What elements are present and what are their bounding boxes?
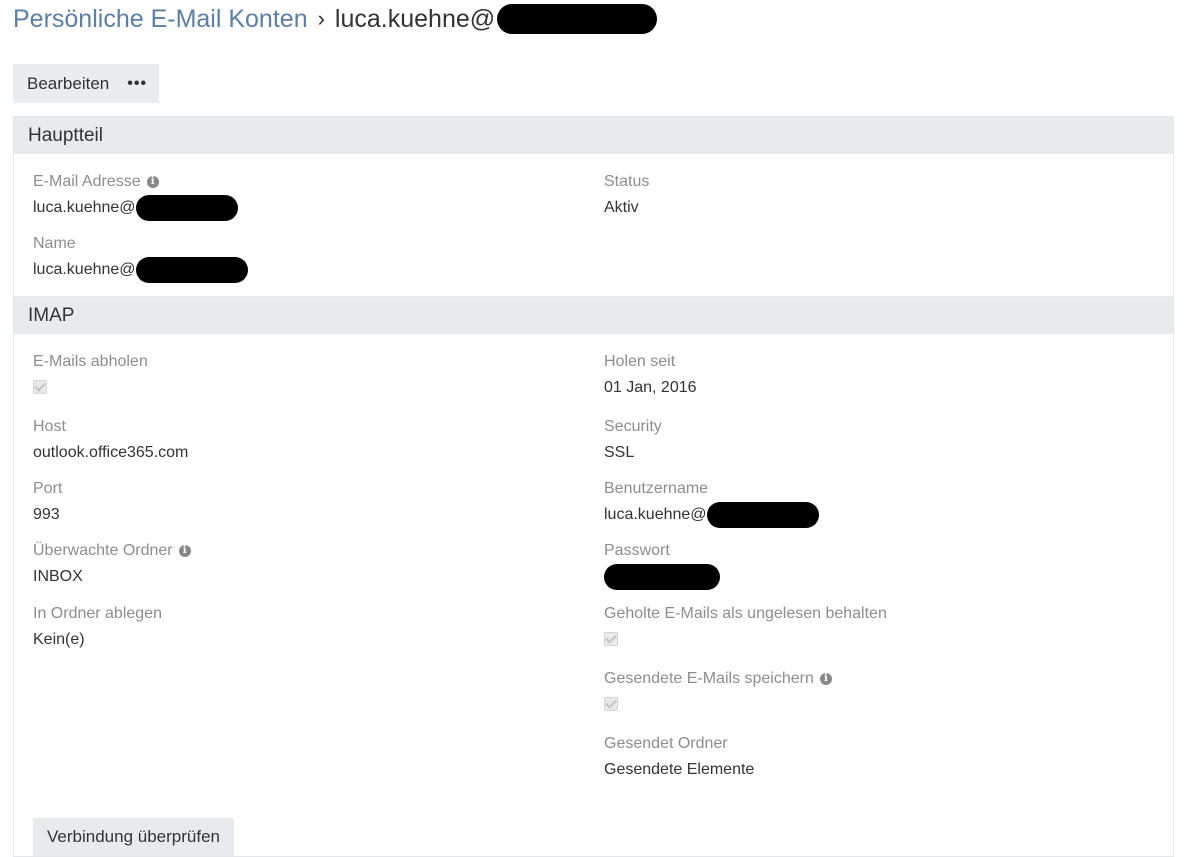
monitored-folders-label: Überwachte Ordner xyxy=(33,542,173,559)
status-label: Status xyxy=(604,173,650,190)
sent-folder-value: Gesendete Elemente xyxy=(604,761,755,778)
security-value: SSL xyxy=(604,444,635,461)
move-to-folder-label: In Ordner ablegen xyxy=(33,605,162,622)
name-label: Name xyxy=(33,235,76,252)
fetch-since-label: Holen seit xyxy=(604,353,676,370)
redaction-mark xyxy=(135,195,238,221)
redaction-mark xyxy=(135,257,248,283)
sent-folder-field: Gesendet Ordner Gesendete Elemente xyxy=(604,734,754,781)
move-to-folder-field: In Ordner ablegen Kein(e) xyxy=(33,604,162,651)
username-label: Benutzername xyxy=(604,480,709,497)
keep-unread-label: Geholte E-Mails als ungelesen behalten xyxy=(604,605,887,622)
password-label: Passwort xyxy=(604,542,670,559)
keep-unread-checkbox xyxy=(604,632,618,646)
redaction-mark xyxy=(604,564,720,590)
name-field: Name luca.kuehne@ xyxy=(33,234,248,283)
port-value: 993 xyxy=(33,506,60,523)
host-field: Host outlook.office365.com xyxy=(33,417,188,464)
status-field: Status Aktiv xyxy=(604,172,649,219)
main-panel: Hauptteil E-Mail Adresse i luca.kuehne@ … xyxy=(13,116,1174,297)
info-icon[interactable]: i xyxy=(819,673,832,685)
status-value: Aktiv xyxy=(604,199,639,216)
sent-folder-label: Gesendet Ordner xyxy=(604,735,728,752)
name-value: luca.kuehne@ xyxy=(33,261,136,278)
redaction-mark xyxy=(497,4,658,34)
edit-button[interactable]: Bearbeiten xyxy=(13,64,119,103)
move-to-folder-value: Kein(e) xyxy=(33,631,85,648)
password-field: Passwort xyxy=(604,541,720,590)
info-icon[interactable]: i xyxy=(178,545,191,557)
username-field: Benutzername luca.kuehne@ xyxy=(604,479,819,528)
security-label: Security xyxy=(604,418,662,435)
port-label: Port xyxy=(33,480,63,497)
email-address-value: luca.kuehne@ xyxy=(33,199,136,216)
monitored-folders-field: Überwachte Ordner i INBOX xyxy=(33,541,191,588)
username-value: luca.kuehne@ xyxy=(604,506,707,523)
port-field: Port 993 xyxy=(33,479,62,526)
breadcrumb-parent-link[interactable]: Persönliche E-Mail Konten xyxy=(13,5,308,34)
more-dots-icon[interactable]: ••• xyxy=(119,64,159,103)
keep-unread-field: Geholte E-Mails als ungelesen behalten xyxy=(604,604,887,646)
panel-header-imap: IMAP xyxy=(14,297,1173,334)
store-sent-label: Gesendete E-Mails speichern xyxy=(604,670,814,687)
fetch-emails-field: E-Mails abholen xyxy=(33,352,148,394)
email-address-field: E-Mail Adresse i luca.kuehne@ xyxy=(33,172,238,221)
store-sent-checkbox xyxy=(604,697,618,711)
breadcrumb: Persönliche E-Mail Konten › luca.kuehne@ xyxy=(13,2,658,36)
panel-header-main: Hauptteil xyxy=(14,117,1173,154)
fetch-since-value: 01 Jan, 2016 xyxy=(604,379,697,396)
action-toolbar: Bearbeiten ••• xyxy=(13,64,160,103)
breadcrumb-separator: › xyxy=(317,6,325,31)
fetch-emails-checkbox xyxy=(33,380,47,394)
verify-connection-button[interactable]: Verbindung überprüfen xyxy=(33,818,234,856)
imap-panel: IMAP E-Mails abholen Host outlook.office… xyxy=(13,297,1174,857)
host-value: outlook.office365.com xyxy=(33,444,189,461)
email-address-label: E-Mail Adresse xyxy=(33,173,141,190)
redaction-mark xyxy=(706,502,819,528)
fetch-since-field: Holen seit 01 Jan, 2016 xyxy=(604,352,697,399)
fetch-emails-label: E-Mails abholen xyxy=(33,353,148,370)
info-icon[interactable]: i xyxy=(146,176,159,188)
security-field: Security SSL xyxy=(604,417,662,464)
host-label: Host xyxy=(33,418,66,435)
monitored-folders-value: INBOX xyxy=(33,568,83,585)
breadcrumb-current: luca.kuehne@ xyxy=(334,4,496,33)
store-sent-field: Gesendete E-Mails speichern i xyxy=(604,669,832,711)
